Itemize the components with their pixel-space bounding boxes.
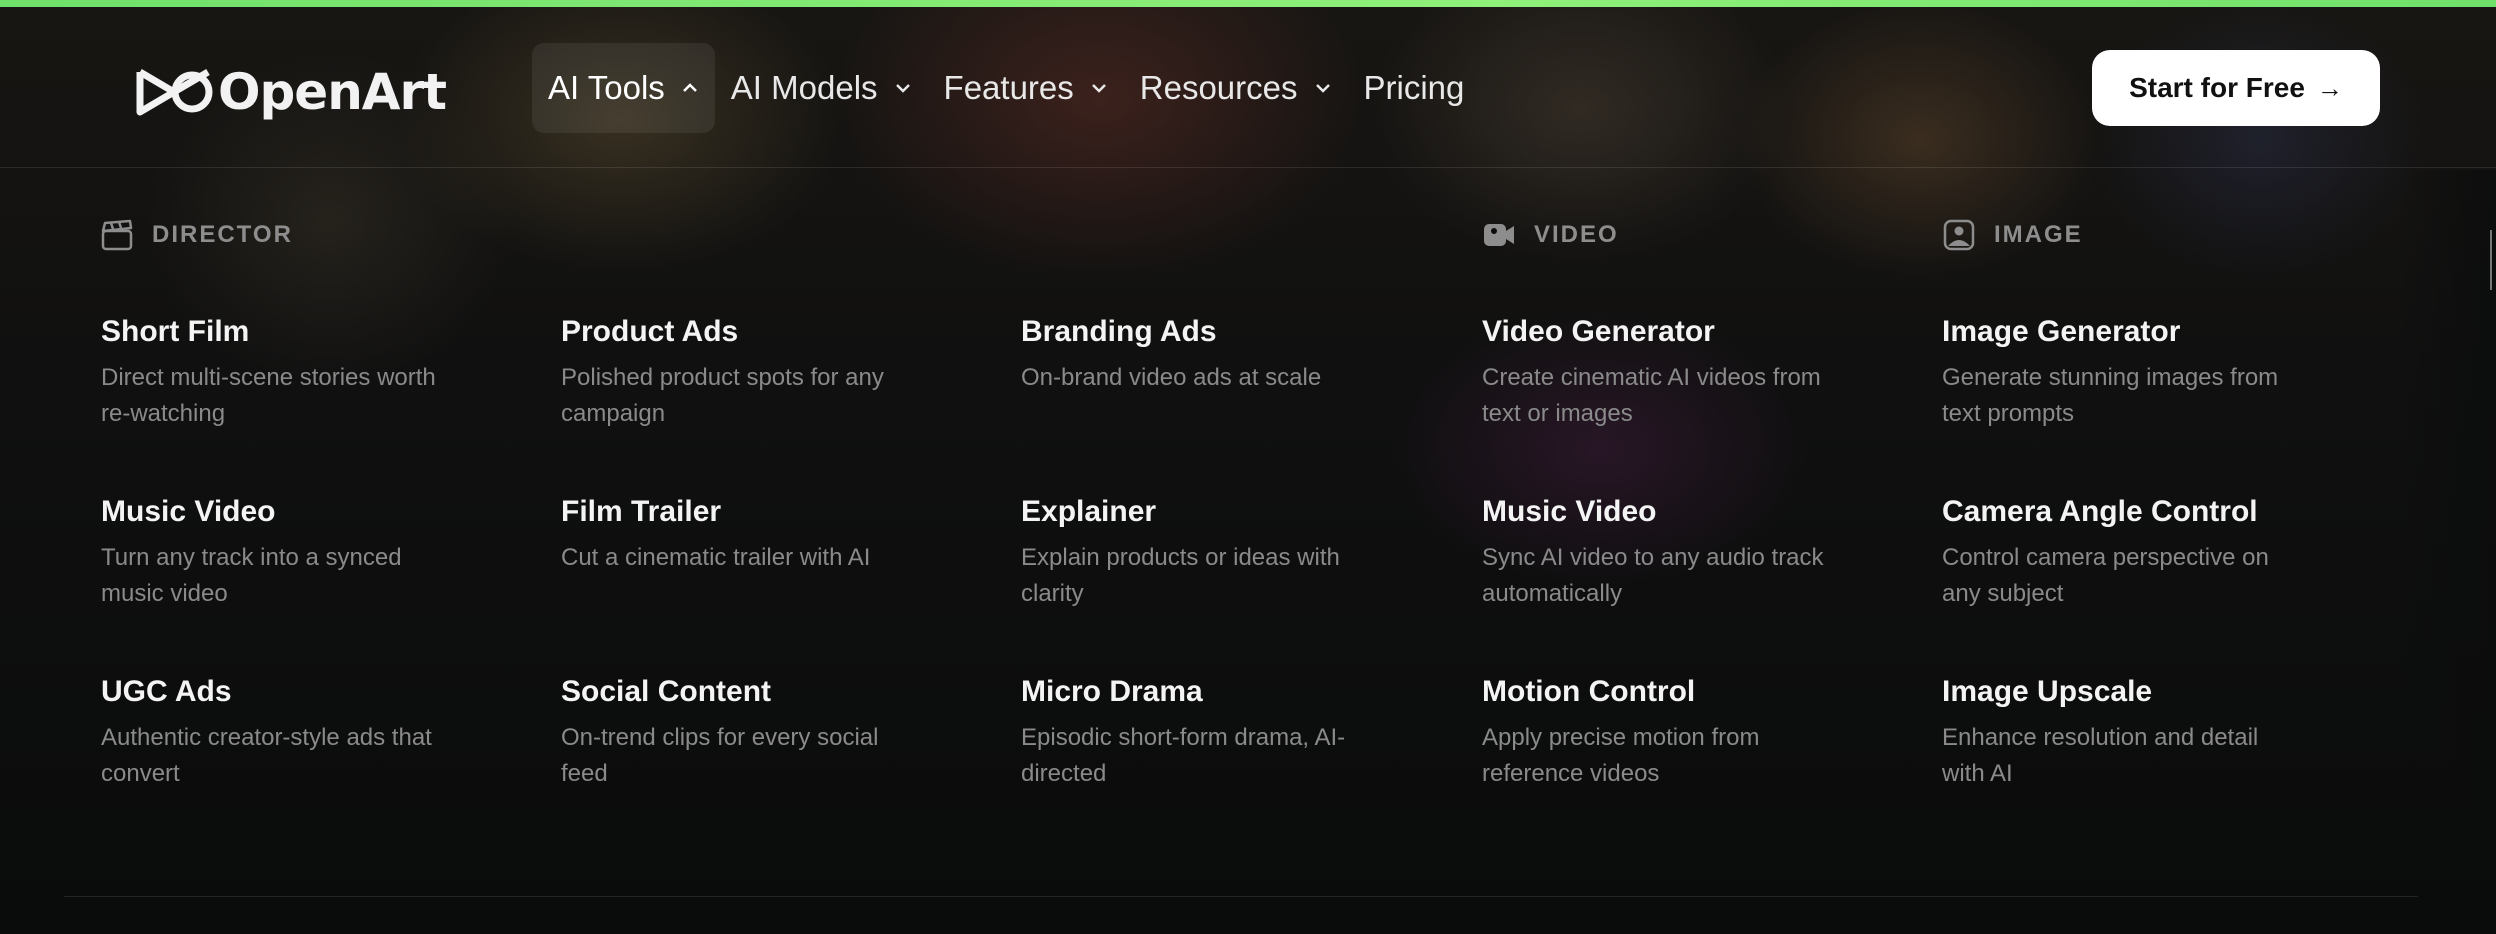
logo-text: OpenArt	[218, 63, 447, 121]
menu-item-social-content[interactable]: Social Content On-trend clips for every …	[561, 674, 1001, 854]
item-description: Enhance resolution and detail with AI	[1942, 724, 2259, 787]
item-title: Micro Drama	[1021, 675, 1203, 708]
section-label: IMAGE	[1994, 221, 2083, 248]
nav-label: Pricing	[1363, 69, 1465, 106]
item-title: Image Generator	[1942, 315, 2181, 348]
menu-item-branding-ads[interactable]: Branding Ads On-brand video ads at scale	[1021, 314, 1461, 494]
item-title: Social Content	[561, 675, 772, 708]
menu-item-product-ads[interactable]: Product Ads Polished product spots for a…	[561, 314, 1001, 494]
item-description: Authentic creator-style ads that convert	[101, 724, 432, 787]
item-description: On-trend clips for every social feed	[561, 724, 879, 787]
item-description: Sync AI video to any audio track automat…	[1482, 544, 1824, 607]
item-title: Image Upscale	[1942, 675, 2153, 708]
item-description: Turn any track into a synced music video	[101, 544, 402, 607]
menu-item-music-video-ai[interactable]: Music Video Sync AI video to any audio t…	[1482, 494, 1922, 674]
menu-item-image-upscale[interactable]: Image Upscale Enhance resolution and det…	[1942, 674, 2382, 854]
item-description: Episodic short-form drama, AI-directed	[1021, 724, 1346, 787]
chevron-up-icon	[682, 83, 697, 92]
nav-pricing[interactable]: Pricing	[1348, 43, 1481, 133]
menu-item-film-trailer[interactable]: Film Trailer Cut a cinematic trailer wit…	[561, 494, 1001, 674]
item-title: Motion Control	[1482, 675, 1696, 708]
menu-column-director-3: Branding Ads On-brand video ads at scale…	[1021, 314, 1461, 854]
item-title: Short Film	[101, 315, 250, 348]
chevron-down-icon	[1091, 84, 1106, 93]
horizontal-scroll-indicator[interactable]	[2490, 230, 2496, 290]
menu-item-short-film[interactable]: Short Film Direct multi-scene stories wo…	[101, 314, 541, 494]
section-label: DIRECTOR	[152, 221, 293, 248]
menu-column-director-1: Short Film Direct multi-scene stories wo…	[101, 314, 541, 854]
menu-item-image-generator[interactable]: Image Generator Generate stunning images…	[1942, 314, 2382, 494]
item-title: Branding Ads	[1021, 315, 1217, 348]
overflow-fade	[2400, 170, 2496, 870]
nav-resources[interactable]: Resources	[1124, 43, 1348, 133]
nav-label: Features	[943, 69, 1074, 106]
nav-label: AI Tools	[548, 69, 665, 106]
menu-item-music-video[interactable]: Music Video Turn any track into a synced…	[101, 494, 541, 674]
main-nav: AI Tools AI Models Features Resources Pr…	[532, 43, 1480, 133]
item-description: Apply precise motion from reference vide…	[1482, 724, 1760, 787]
item-description: Polished product spots for any campaign	[561, 364, 884, 427]
video-camera-icon	[1484, 224, 1514, 246]
item-title: Product Ads	[561, 315, 739, 348]
cta-label: Start for Free	[2129, 72, 2305, 103]
section-label: VIDEO	[1534, 221, 1619, 248]
item-description: Cut a cinematic trailer with AI	[561, 544, 871, 571]
chevron-down-icon	[1315, 84, 1330, 93]
infinity-logo-icon	[136, 68, 213, 116]
accent-top-bar	[0, 0, 2496, 7]
item-title: Music Video	[101, 495, 276, 528]
menu-item-motion-control[interactable]: Motion Control Apply precise motion from…	[1482, 674, 1922, 854]
start-for-free-button[interactable]: Start for Free →	[2092, 50, 2380, 126]
item-title: Camera Angle Control	[1942, 495, 2258, 528]
chevron-down-icon	[895, 84, 910, 93]
menu-column-image: Image Generator Generate stunning images…	[1942, 314, 2382, 854]
section-video: VIDEO	[1482, 218, 1619, 252]
item-description: Generate stunning images from text promp…	[1942, 364, 2279, 427]
clapperboard-icon	[101, 219, 133, 251]
nav-label: AI Models	[730, 69, 878, 106]
item-title: Film Trailer	[561, 495, 722, 528]
item-title: Explainer	[1021, 495, 1157, 528]
nav-ai-tools[interactable]: AI Tools	[532, 43, 715, 133]
item-title: UGC Ads	[101, 675, 232, 708]
nav-features[interactable]: Features	[928, 43, 1124, 133]
item-title: Music Video	[1482, 495, 1657, 528]
item-description: Control camera perspective on any subjec…	[1942, 544, 2269, 607]
menu-item-micro-drama[interactable]: Micro Drama Episodic short-form drama, A…	[1021, 674, 1461, 854]
menu-item-camera-angle-control[interactable]: Camera Angle Control Control camera pers…	[1942, 494, 2382, 674]
menu-item-ugc-ads[interactable]: UGC Ads Authentic creator-style ads that…	[101, 674, 541, 854]
menu-divider	[64, 896, 2418, 897]
logo-link[interactable]: OpenArt	[132, 63, 447, 121]
item-description: Explain products or ideas with clarity	[1021, 544, 1340, 607]
arrow-right-icon: →	[2316, 72, 2343, 103]
menu-column-video: Video Generator Create cinematic AI vide…	[1482, 314, 1922, 854]
nav-label: Resources	[1139, 69, 1298, 106]
section-image: IMAGE	[1942, 218, 2083, 252]
site-header: OpenArt AI Tools AI Models Features Reso…	[0, 7, 2496, 168]
menu-item-explainer[interactable]: Explainer Explain products or ideas with…	[1021, 494, 1461, 674]
nav-ai-models[interactable]: AI Models	[715, 43, 928, 133]
item-title: Video Generator	[1482, 315, 1715, 348]
menu-column-director-2: Product Ads Polished product spots for a…	[561, 314, 1001, 854]
item-description: On-brand video ads at scale	[1021, 364, 1322, 391]
menu-item-video-generator[interactable]: Video Generator Create cinematic AI vide…	[1482, 314, 1922, 494]
item-description: Create cinematic AI videos from text or …	[1482, 364, 1821, 427]
section-director: DIRECTOR	[100, 218, 293, 252]
item-description: Direct multi-scene stories worth re-watc…	[101, 364, 436, 427]
image-icon	[1943, 219, 1975, 251]
